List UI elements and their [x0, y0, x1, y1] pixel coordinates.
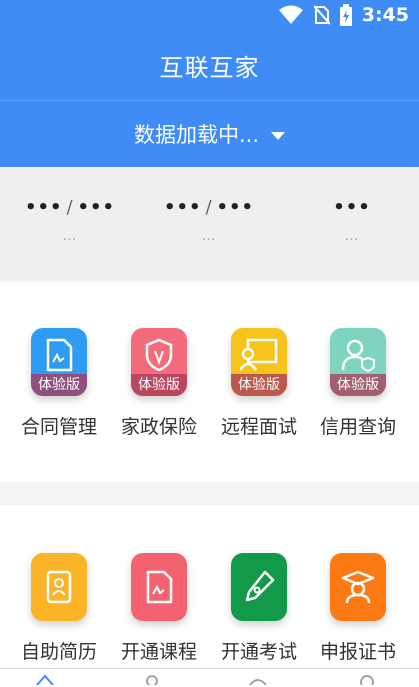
org-selector-label: 数据加载中... [133, 123, 260, 147]
stat-3[interactable]: ••• … [282, 197, 419, 244]
tool-label: 开通课程 [120, 641, 197, 663]
trial-badge: 体验版 [231, 374, 287, 396]
stat-2[interactable]: ••• / ••• … [139, 197, 279, 244]
insurance-tile: 体验版 [131, 328, 187, 396]
service-label: 远程面试 [220, 416, 297, 438]
resume-tile [31, 553, 87, 621]
home-tab-icon[interactable] [35, 673, 55, 685]
tool-self-resume[interactable]: 自助简历 [7, 553, 111, 664]
stat-2-total: ••• [216, 197, 255, 218]
app-title: 互联互家 [159, 53, 260, 82]
certificate-tile [330, 553, 386, 621]
trial-badge: 体验版 [31, 374, 87, 396]
tool-open-exam[interactable]: 开通考试 [207, 553, 311, 664]
no-sim-icon [313, 5, 330, 25]
org-selector[interactable]: 数据加载中... [0, 100, 419, 167]
tool-apply-certificate[interactable]: 申报证书 [306, 553, 410, 664]
tool-label: 自助简历 [20, 641, 97, 663]
resume-id-icon [46, 570, 72, 604]
service-contract-management[interactable]: 体验版 合同管理 [7, 328, 111, 439]
service-label: 合同管理 [20, 416, 97, 438]
exam-tile [231, 553, 287, 621]
stat-1[interactable]: ••• / ••• … [0, 197, 140, 244]
stat-2-value: ••• / ••• [163, 197, 255, 218]
service-label: 信用查询 [319, 416, 396, 438]
stat-3-value: ••• [333, 197, 371, 218]
contract-icon [46, 338, 73, 372]
status-time: 3:45 [361, 4, 409, 26]
person-tab-icon[interactable] [142, 673, 162, 685]
stat-1-total: ••• [77, 197, 116, 218]
stats-panel: ••• / ••• … ••• / ••• … ••• … [0, 167, 419, 280]
stat-1-sub: … [62, 228, 78, 244]
stat-2-sub: … [201, 228, 217, 244]
service-label: 家政保险 [120, 416, 197, 438]
caret-down-icon [271, 131, 286, 140]
pen-exam-icon [245, 570, 275, 602]
wifi-icon [278, 5, 303, 24]
tool-label: 申报证书 [319, 641, 396, 663]
tool-label: 开通考试 [220, 641, 297, 663]
video-interview-icon [240, 338, 278, 371]
trial-badge: 体验版 [131, 374, 187, 396]
tool-open-course[interactable]: 开通课程 [107, 553, 211, 664]
service-remote-interview[interactable]: 体验版 远程面试 [207, 328, 311, 439]
credit-user-icon [341, 339, 375, 372]
interview-tile: 体验版 [231, 328, 287, 396]
graduate-cert-icon [341, 570, 375, 604]
course-doc-icon [146, 570, 173, 604]
credit-tile: 体验版 [330, 328, 386, 396]
stat-1-value: ••• / ••• [24, 197, 116, 218]
stat-3-sub: … [344, 228, 360, 244]
stat-1-current: ••• [24, 197, 63, 218]
trial-badge: 体验版 [330, 374, 386, 396]
tools-card: 自助简历 开通课程 开通考试 申报证书 [0, 505, 419, 687]
course-tile [131, 553, 187, 621]
status-icons: 3:45 [278, 4, 409, 26]
header: 互联互家 [0, 30, 419, 100]
service-housekeeping-insurance[interactable]: 体验版 家政保险 [107, 328, 211, 439]
status-bar: 3:45 [0, 0, 419, 30]
service-credit-query[interactable]: 体验版 信用查询 [306, 328, 410, 439]
contract-tile: 体验版 [31, 328, 87, 396]
shield-icon [145, 338, 173, 372]
battery-charging-icon [339, 4, 352, 26]
message-tab-icon[interactable] [248, 673, 268, 685]
bottom-tab-bar [0, 668, 419, 687]
services-card: 体验版 合同管理 体验版 家政保险 体验版 远程面试 体验版 信用查询 [0, 282, 419, 482]
profile-tab-icon[interactable] [357, 673, 377, 685]
stat-2-current: ••• [163, 197, 202, 218]
